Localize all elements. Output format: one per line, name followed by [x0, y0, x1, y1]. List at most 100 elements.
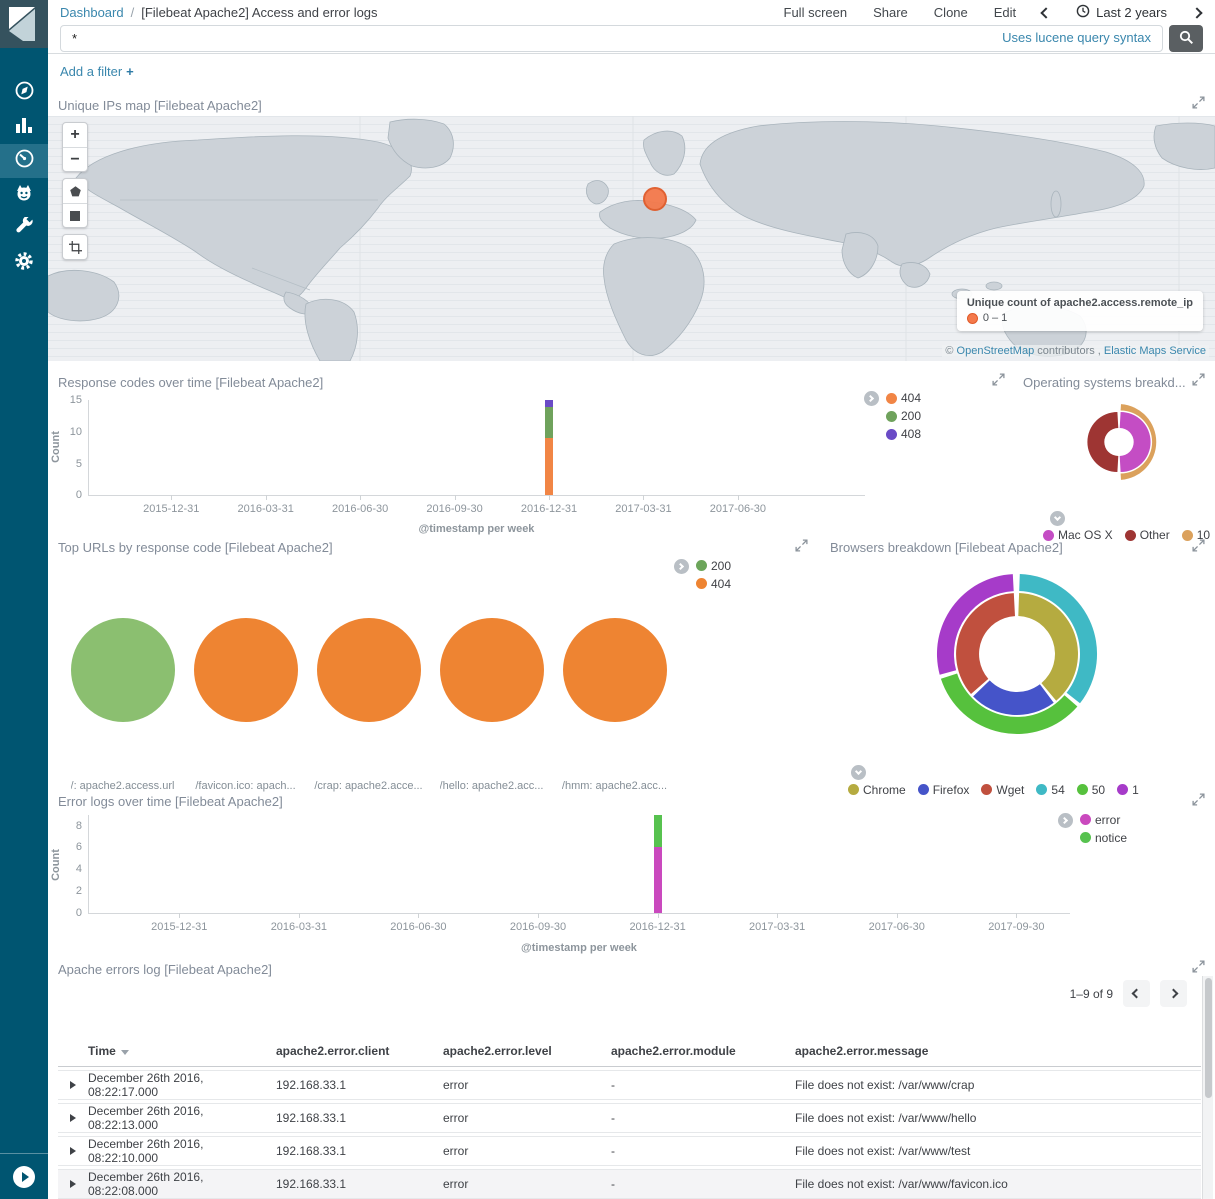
x-tick: 2017-09-30 [974, 921, 1058, 933]
bar-segment-error[interactable] [654, 847, 662, 912]
sidebar-item-dashboard[interactable] [0, 144, 48, 178]
bar-segment-200[interactable] [545, 407, 553, 439]
next-page-button[interactable] [1160, 980, 1187, 1007]
kibana-logo[interactable] [0, 0, 48, 48]
expand-panel-icon[interactable] [1192, 373, 1205, 391]
y-tick: 0 [52, 489, 82, 501]
legend-item-error[interactable]: error [1080, 813, 1127, 827]
prev-page-button[interactable] [1123, 980, 1150, 1007]
sidebar-item-timelion[interactable] [0, 178, 48, 212]
time-back-icon[interactable] [1041, 7, 1052, 18]
nav-full-screen[interactable]: Full screen [784, 5, 848, 20]
legend-item-408[interactable]: 408 [886, 427, 921, 441]
pie-chart[interactable] [563, 618, 667, 722]
column-header-apache2-error-message[interactable]: apache2.error.message [795, 1044, 1201, 1058]
response-codes-chart[interactable]: 0510152015-12-312016-03-312016-06-302016… [88, 400, 865, 496]
sidebar-item-dev-tools[interactable] [0, 212, 48, 246]
nav-share[interactable]: Share [873, 5, 908, 20]
sidebar-item-visualize[interactable] [0, 110, 48, 144]
column-header-apache2-error-client[interactable]: apache2.error.client [276, 1044, 443, 1058]
url-pie: /hmm: apache2.acc... [553, 618, 676, 792]
pie-chart[interactable] [71, 618, 175, 722]
elastic-maps-link[interactable]: Elastic Maps Service [1104, 345, 1206, 357]
panel-response-codes: Response codes over time [Filebeat Apach… [48, 367, 1015, 533]
sidebar-item-management[interactable] [0, 246, 48, 280]
table-row[interactable]: December 26th 2016, 08:22:10.000192.168.… [58, 1136, 1201, 1166]
os-donut-chart[interactable] [1079, 402, 1159, 482]
sidebar-collapse-button[interactable] [13, 1166, 35, 1188]
error-logs-chart[interactable]: 024682015-12-312016-03-312016-06-302016-… [88, 815, 1070, 914]
lucene-syntax-link[interactable]: Uses lucene query syntax [1002, 30, 1151, 45]
expand-panel-icon[interactable] [1192, 793, 1205, 811]
crop-icon[interactable] [63, 235, 87, 259]
draw-polygon-button[interactable] [63, 179, 87, 203]
legend-collapse-icon[interactable] [1050, 511, 1065, 526]
legend-item-404[interactable]: 404 [696, 577, 731, 591]
pie-chart[interactable] [317, 618, 421, 722]
compass-icon [14, 80, 35, 106]
bar-segment-404[interactable] [545, 438, 553, 495]
row-expand-caret-icon[interactable] [70, 1180, 76, 1188]
kibana-sidebar [0, 0, 48, 1199]
scrollbar-thumb[interactable] [1205, 978, 1212, 1098]
x-tick: 2016-09-30 [496, 921, 580, 933]
nav-edit[interactable]: Edit [994, 5, 1016, 20]
world-map[interactable]: + − Unique count of a [48, 116, 1215, 361]
x-tick-mark [738, 495, 739, 500]
openstreetmap-link[interactable]: OpenStreetMap [957, 345, 1035, 357]
legend-item-notice[interactable]: notice [1080, 831, 1127, 845]
donut-slice-other[interactable] [1087, 412, 1118, 472]
x-tick-mark [777, 913, 778, 918]
zoom-in-button[interactable]: + [63, 123, 87, 147]
bar-segment-notice[interactable] [654, 815, 662, 848]
add-filter-button[interactable]: Add a filter [60, 64, 122, 79]
legend-item-404[interactable]: 404 [886, 391, 921, 405]
browsers-donut-chart[interactable] [936, 573, 1098, 735]
legend-item-200[interactable]: 200 [886, 409, 921, 423]
x-tick-mark [360, 495, 361, 500]
x-tick: 2016-06-30 [376, 921, 460, 933]
pie-chart[interactable] [440, 618, 544, 722]
expand-panel-icon[interactable] [795, 539, 808, 557]
zoom-out-button[interactable]: − [63, 147, 87, 171]
legend-collapse-icon[interactable] [674, 559, 689, 574]
table-row[interactable]: December 26th 2016, 08:22:17.000192.168.… [58, 1070, 1201, 1100]
search-query-input[interactable] [60, 25, 1163, 52]
legend-collapse-icon[interactable] [1058, 813, 1073, 828]
main-content: Dashboard / [Filebeat Apache2] Access an… [48, 0, 1215, 1199]
search-button[interactable] [1169, 25, 1203, 52]
table-scrollbar[interactable] [1202, 976, 1213, 1199]
column-header-apache2-error-level[interactable]: apache2.error.level [443, 1044, 611, 1058]
sidebar-footer [0, 1153, 48, 1199]
column-header-time[interactable]: Time [88, 1044, 276, 1058]
plus-icon[interactable]: + [126, 64, 134, 79]
bar-segment-408[interactable] [545, 400, 553, 406]
table-cell: 192.168.33.1 [276, 1177, 443, 1191]
row-expand-caret-icon[interactable] [70, 1114, 76, 1122]
row-expand-caret-icon[interactable] [70, 1081, 76, 1089]
panel-unique-ips-map: Unique IPs map [Filebeat Apache2] [48, 90, 1215, 361]
column-header-apache2-error-module[interactable]: apache2.error.module [611, 1044, 795, 1058]
table-row[interactable]: December 26th 2016, 08:22:13.000192.168.… [58, 1103, 1201, 1133]
x-tick-mark [643, 495, 644, 500]
y-tick: 15 [52, 394, 82, 406]
time-forward-icon[interactable] [1191, 7, 1202, 18]
time-picker[interactable]: Last 2 years [1076, 4, 1167, 21]
legend-collapse-icon[interactable] [864, 391, 879, 406]
expand-panel-icon[interactable] [992, 373, 1005, 391]
pie-chart[interactable] [194, 618, 298, 722]
nav-clone[interactable]: Clone [934, 5, 968, 20]
breadcrumb-dashboard[interactable]: Dashboard [60, 5, 124, 20]
y-axis-label: Count [50, 849, 62, 881]
sidebar-item-discover[interactable] [0, 76, 48, 110]
draw-rectangle-button[interactable] [63, 203, 87, 227]
y-tick: 2 [52, 885, 82, 897]
row-expand-caret-icon[interactable] [70, 1147, 76, 1155]
pagination-label: 1–9 of 9 [1070, 987, 1113, 1001]
url-pie-charts: /: apache2.access.url/favicon.ico: apach… [61, 618, 676, 792]
expand-panel-icon[interactable] [1192, 539, 1205, 557]
legend-collapse-icon[interactable] [851, 765, 866, 780]
legend-item-200[interactable]: 200 [696, 559, 731, 573]
table-row[interactable]: December 26th 2016, 08:22:08.000192.168.… [58, 1169, 1201, 1199]
expand-panel-icon[interactable] [1192, 96, 1205, 114]
